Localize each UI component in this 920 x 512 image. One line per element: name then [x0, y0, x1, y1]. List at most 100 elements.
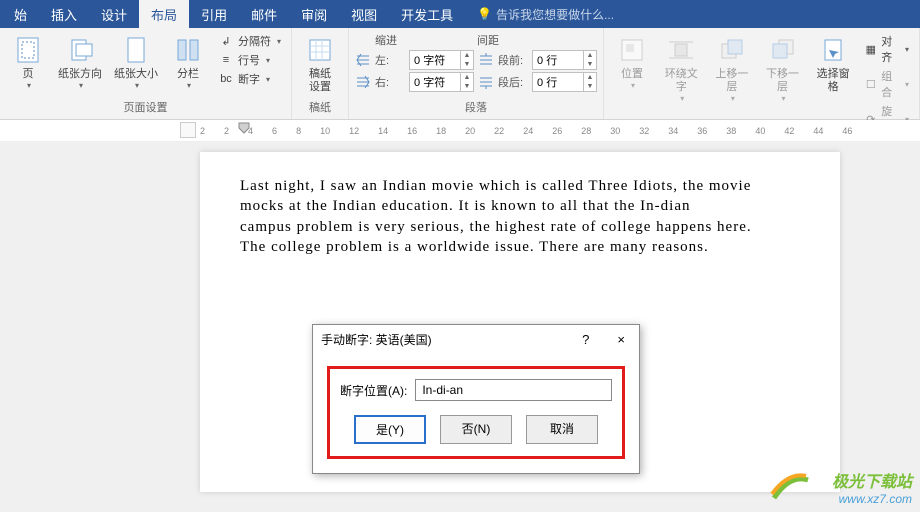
ruler-tick: 14 — [378, 126, 388, 136]
selection-pane-button[interactable]: 选择窗格 — [810, 32, 857, 96]
spin-up[interactable]: ▲ — [461, 51, 473, 60]
ruler-tick: 22 — [494, 126, 504, 136]
spin-up[interactable]: ▲ — [584, 51, 596, 60]
line-numbers-button[interactable]: ≡行号▾ — [214, 51, 285, 69]
orientation-button[interactable]: 纸张方向▾ — [54, 32, 106, 92]
ruler-tick: 42 — [784, 126, 794, 136]
dialog-help-button[interactable]: ? — [576, 332, 595, 347]
indent-header: 缩进 — [375, 32, 397, 48]
orientation-icon — [64, 34, 96, 66]
spin-down[interactable]: ▼ — [584, 82, 596, 91]
ruler-tick: 20 — [465, 126, 475, 136]
margins-button[interactable]: 页▾ — [6, 32, 50, 92]
backward-button[interactable]: 下移一层▾ — [759, 32, 806, 105]
ruler-tick: 46 — [842, 126, 852, 136]
ruler-tick: 38 — [726, 126, 736, 136]
send-backward-icon — [767, 34, 799, 66]
watermark-url: www.xz7.com — [832, 492, 912, 506]
indent-left-spinner[interactable]: ▲▼ — [409, 50, 474, 70]
spin-up[interactable]: ▲ — [584, 73, 596, 82]
tab-devtools[interactable]: 开发工具 — [389, 0, 465, 29]
chevron-down-icon: ▾ — [187, 81, 191, 90]
ruler[interactable]: 2246810121416182022242628303234363840424… — [0, 120, 920, 142]
indent-right-spinner[interactable]: ▲▼ — [409, 72, 474, 92]
spin-down[interactable]: ▼ — [461, 82, 473, 91]
tab-view[interactable]: 视图 — [339, 0, 389, 29]
ruler-tick: 34 — [668, 126, 678, 136]
no-button[interactable]: 否(N) — [440, 415, 512, 444]
manuscript-button[interactable]: 稿纸 设置 — [298, 32, 342, 96]
breaks-icon: ↲ — [218, 33, 234, 49]
tab-mail[interactable]: 邮件 — [239, 0, 289, 29]
indent-left-icon — [355, 52, 371, 68]
group-manuscript: 稿纸 设置 稿纸 — [292, 28, 349, 119]
ruler-tick: 16 — [407, 126, 417, 136]
breaks-button[interactable]: ↲分隔符▾ — [214, 32, 285, 50]
hyphenation-input[interactable] — [415, 379, 612, 401]
spin-down[interactable]: ▼ — [461, 60, 473, 69]
group-label-page-setup: 页面设置 — [6, 97, 285, 119]
yes-button[interactable]: 是(Y) — [354, 415, 426, 444]
indent-left-input[interactable] — [410, 54, 460, 66]
columns-button[interactable]: 分栏▾ — [166, 32, 210, 92]
hyphenation-icon: bc — [218, 71, 234, 87]
paragraph-2[interactable]: campus problem is very serious, the high… — [240, 217, 800, 237]
indent-right-label: 右: — [375, 74, 405, 90]
tab-review[interactable]: 审阅 — [289, 0, 339, 29]
ruler-tick: 10 — [320, 126, 330, 136]
tab-start[interactable]: 始 — [2, 0, 39, 29]
line-numbers-icon: ≡ — [218, 52, 234, 68]
spacing-after-spinner[interactable]: ▲▼ — [532, 72, 597, 92]
columns-icon — [172, 34, 204, 66]
ruler-tick: 44 — [813, 126, 823, 136]
ruler-tick: 40 — [755, 126, 765, 136]
spin-up[interactable]: ▲ — [461, 73, 473, 82]
hyphenation-dialog: 手动断字: 英语(美国) ? × 断字位置(A): 是(Y) 否(N) 取消 — [312, 324, 640, 474]
group-icon: ☐ — [864, 76, 877, 92]
ruler-tick: 6 — [272, 126, 277, 136]
ruler-tick: 26 — [552, 126, 562, 136]
ruler-tick: 2 — [224, 126, 229, 136]
tab-layout[interactable]: 布局 — [139, 0, 189, 29]
ruler-tick: 18 — [436, 126, 446, 136]
position-icon — [616, 34, 648, 66]
hyphenation-button[interactable]: bc断字▾ — [214, 70, 285, 88]
lightbulb-icon: 💡 — [477, 7, 492, 21]
position-button[interactable]: 位置▾ — [610, 32, 654, 92]
ruler-tick: 2 — [200, 126, 205, 136]
page-size-icon — [120, 34, 152, 66]
group-button[interactable]: ☐组合▾ — [860, 67, 913, 101]
tell-me-hint[interactable]: 💡 告诉我您想要做什么... — [477, 6, 614, 23]
size-button[interactable]: 纸张大小▾ — [110, 32, 162, 92]
align-button[interactable]: ▦对齐▾ — [860, 32, 913, 66]
dialog-close-button[interactable]: × — [611, 332, 631, 347]
spacing-before-spinner[interactable]: ▲▼ — [532, 50, 597, 70]
tab-design[interactable]: 设计 — [89, 0, 139, 29]
group-paragraph: 缩进 间距 左: ▲▼ 段前: ▲▼ 右: ▲▼ 段后: ▲ — [349, 28, 604, 119]
chevron-down-icon: ▾ — [79, 81, 83, 90]
chevron-down-icon: ▾ — [135, 81, 139, 90]
spacing-after-input[interactable] — [533, 76, 583, 88]
ruler-corner[interactable] — [180, 122, 196, 138]
chevron-down-icon: ▾ — [27, 81, 31, 90]
spacing-before-label: 段前: — [498, 52, 528, 68]
spacing-before-input[interactable] — [533, 54, 583, 66]
paragraph-3[interactable]: The college problem is a worldwide issue… — [240, 237, 800, 257]
indent-right-input[interactable] — [410, 76, 460, 88]
ruler-tick: 12 — [349, 126, 359, 136]
ribbon: 页▾ 纸张方向▾ 纸张大小▾ 分栏▾ ↲分隔符▾ ≡行号▾ bc断字▾ 页面设置 — [0, 28, 920, 120]
spin-down[interactable]: ▼ — [584, 60, 596, 69]
cancel-button[interactable]: 取消 — [526, 415, 598, 444]
tab-reference[interactable]: 引用 — [189, 0, 239, 29]
indent-right-icon — [355, 74, 371, 90]
group-arrange: 位置▾ 环绕文字▾ 上移一层▾ 下移一层▾ 选择窗格 ▦对齐▾ ☐组合▾ ⟳旋转… — [604, 28, 920, 119]
forward-button[interactable]: 上移一层▾ — [709, 32, 756, 105]
tab-insert[interactable]: 插入 — [39, 0, 89, 29]
wrap-button[interactable]: 环绕文字▾ — [658, 32, 705, 105]
align-icon: ▦ — [864, 41, 877, 57]
ruler-tick: 8 — [296, 126, 301, 136]
wrap-icon — [665, 34, 697, 66]
paragraph-1[interactable]: Last night, I saw an Indian movie which … — [240, 176, 800, 217]
indent-left-label: 左: — [375, 52, 405, 68]
ruler-tick: 4 — [248, 126, 253, 136]
